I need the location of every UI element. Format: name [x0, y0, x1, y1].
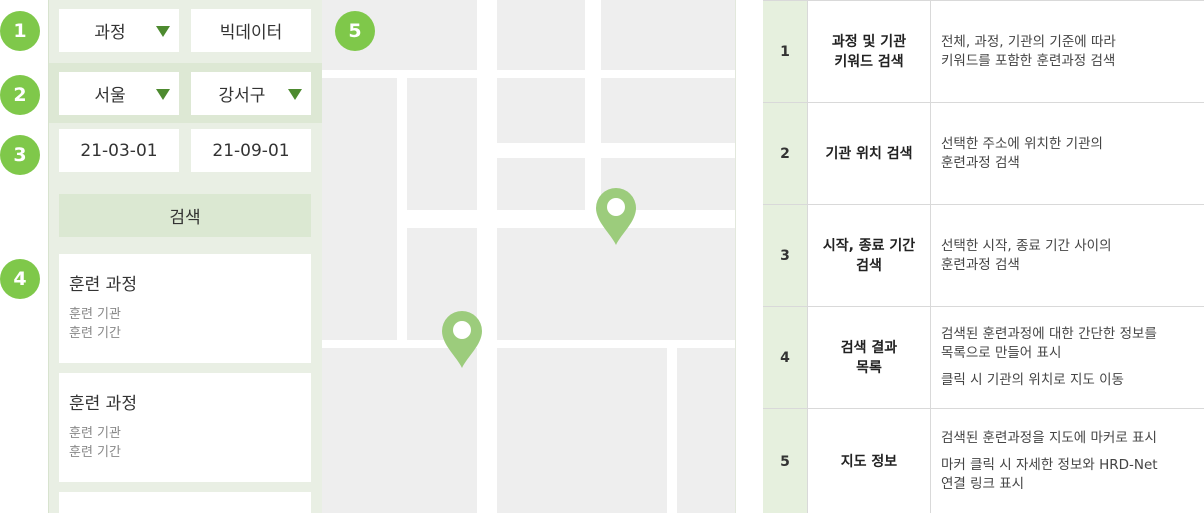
city-value: 서울 — [94, 86, 126, 106]
result-item[interactable]: 훈련 과정 훈련 기관 훈련 기간 — [59, 254, 311, 363]
map-block — [322, 78, 397, 340]
table-row: 4 검색 결과목록 검색된 훈련과정에 대한 간단한 정보를목록으로 만들어 표… — [763, 307, 1204, 409]
table-row: 1 과정 및 기관키워드 검색 전체, 과정, 기관의 기준에 따라키워드를 포… — [763, 1, 1204, 103]
search-panel: 과정 빅데이터 서울 강서구 21-03-01 21-09-01 검색 훈련 과… — [48, 0, 322, 513]
district-value: 강서구 — [218, 86, 266, 106]
feature-name-line: 키워드 검색 — [834, 53, 904, 70]
description-line: 검색된 훈련과정에 대한 간단한 정보를 — [941, 326, 1157, 342]
end-date-field[interactable]: 21-09-01 — [191, 129, 311, 172]
map-block — [497, 348, 667, 513]
result-item[interactable]: 훈련 과정 훈련 기관 훈련 기간 — [59, 373, 311, 482]
result-item-partial[interactable] — [59, 492, 311, 513]
map-block — [677, 348, 735, 513]
feature-name-line: 시작, 종료 기간 — [822, 237, 916, 254]
chevron-down-icon — [288, 89, 302, 100]
result-period: 훈련 기간 — [69, 445, 121, 460]
search-button-label: 검색 — [169, 208, 201, 228]
table-row: 2 기관 위치 검색 선택한 주소에 위치한 기관의훈련과정 검색 — [763, 103, 1204, 205]
table-row: 5 지도 정보 검색된 훈련과정을 지도에 마커로 표시 마커 클릭 시 자세한… — [763, 409, 1204, 513]
callout-badge-4: 4 — [0, 259, 40, 299]
category-value: 과정 — [94, 23, 126, 43]
description-line: 선택한 시작, 종료 기간 사이의 — [941, 237, 1112, 254]
result-institution: 훈련 기관 — [69, 307, 121, 322]
feature-name: 지도 정보 — [807, 409, 931, 513]
result-course-title: 훈련 과정 — [69, 275, 137, 295]
row-number: 3 — [763, 205, 807, 306]
chevron-down-icon — [156, 89, 170, 100]
callout-badge-3: 3 — [0, 135, 40, 175]
feature-name-line: 기관 위치 검색 — [825, 145, 913, 162]
result-course-title: 훈련 과정 — [69, 394, 137, 414]
map-block — [601, 78, 735, 143]
map-block — [601, 0, 735, 70]
description-line: 전체, 과정, 기관의 기준에 따라 — [941, 33, 1116, 50]
map-pin-icon[interactable] — [595, 188, 637, 246]
end-date-value: 21-09-01 — [212, 140, 290, 161]
chevron-down-icon — [156, 26, 170, 37]
start-date-field[interactable]: 21-03-01 — [59, 129, 179, 172]
callout-badge-5: 5 — [335, 11, 375, 51]
feature-description: 전체, 과정, 기관의 기준에 따라키워드를 포함한 훈련과정 검색 — [941, 1, 1201, 102]
feature-description: 선택한 시작, 종료 기간 사이의훈련과정 검색 — [941, 205, 1201, 306]
description-line: 클릭 시 기관의 위치로 지도 이동 — [941, 372, 1124, 388]
map-pin-icon[interactable] — [441, 311, 483, 369]
keyword-input[interactable]: 빅데이터 — [191, 9, 311, 52]
feature-description: 검색된 훈련과정을 지도에 마커로 표시 마커 클릭 시 자세한 정보와 HRD… — [941, 409, 1201, 513]
result-institution: 훈련 기관 — [69, 426, 121, 441]
description-line: 선택한 주소에 위치한 기관의 — [941, 135, 1103, 152]
search-button[interactable]: 검색 — [59, 194, 311, 237]
map-block — [322, 348, 477, 513]
row-number: 1 — [763, 1, 807, 102]
description-line: 훈련과정 검색 — [941, 154, 1020, 171]
row-number: 4 — [763, 307, 807, 408]
feature-description: 선택한 주소에 위치한 기관의훈련과정 검색 — [941, 103, 1201, 204]
map-block — [497, 158, 585, 210]
description-line: 검색된 훈련과정을 지도에 마커로 표시 — [941, 430, 1157, 446]
start-date-value: 21-03-01 — [80, 140, 158, 161]
feature-name: 시작, 종료 기간검색 — [807, 205, 931, 306]
city-dropdown[interactable]: 서울 — [59, 72, 179, 115]
row-number: 2 — [763, 103, 807, 204]
feature-description-table: 1 과정 및 기관키워드 검색 전체, 과정, 기관의 기준에 따라키워드를 포… — [763, 0, 1204, 513]
callout-badge-2: 2 — [0, 75, 40, 115]
feature-name-line: 과정 및 기관 — [831, 33, 907, 50]
result-period: 훈련 기간 — [69, 326, 121, 341]
description-line: 연결 링크 표시 — [941, 476, 1025, 492]
feature-name-line: 검색 결과 — [840, 339, 898, 356]
row-number: 5 — [763, 409, 807, 513]
feature-name-line: 목록 — [856, 359, 882, 376]
feature-description: 검색된 훈련과정에 대한 간단한 정보를목록으로 만들어 표시 클릭 시 기관의… — [941, 307, 1201, 408]
map-block — [407, 78, 477, 210]
feature-name: 기관 위치 검색 — [807, 103, 931, 204]
feature-name: 과정 및 기관키워드 검색 — [807, 1, 931, 102]
map-view[interactable]: 5 — [322, 0, 736, 513]
description-line: 훈련과정 검색 — [941, 256, 1020, 273]
description-line: 목록으로 만들어 표시 — [941, 345, 1062, 361]
feature-name: 검색 결과목록 — [807, 307, 931, 408]
description-line: 키워드를 포함한 훈련과정 검색 — [941, 52, 1116, 69]
category-dropdown[interactable]: 과정 — [59, 9, 179, 52]
feature-name-line: 검색 — [856, 257, 882, 274]
table-row: 3 시작, 종료 기간검색 선택한 시작, 종료 기간 사이의훈련과정 검색 — [763, 205, 1204, 307]
keyword-value: 빅데이터 — [219, 23, 283, 43]
map-block — [497, 78, 585, 143]
district-dropdown[interactable]: 강서구 — [191, 72, 311, 115]
feature-name-line: 지도 정보 — [840, 453, 898, 470]
description-line: 마커 클릭 시 자세한 정보와 HRD-Net — [941, 457, 1158, 473]
callout-badge-1: 1 — [0, 11, 40, 51]
map-block — [497, 0, 585, 70]
